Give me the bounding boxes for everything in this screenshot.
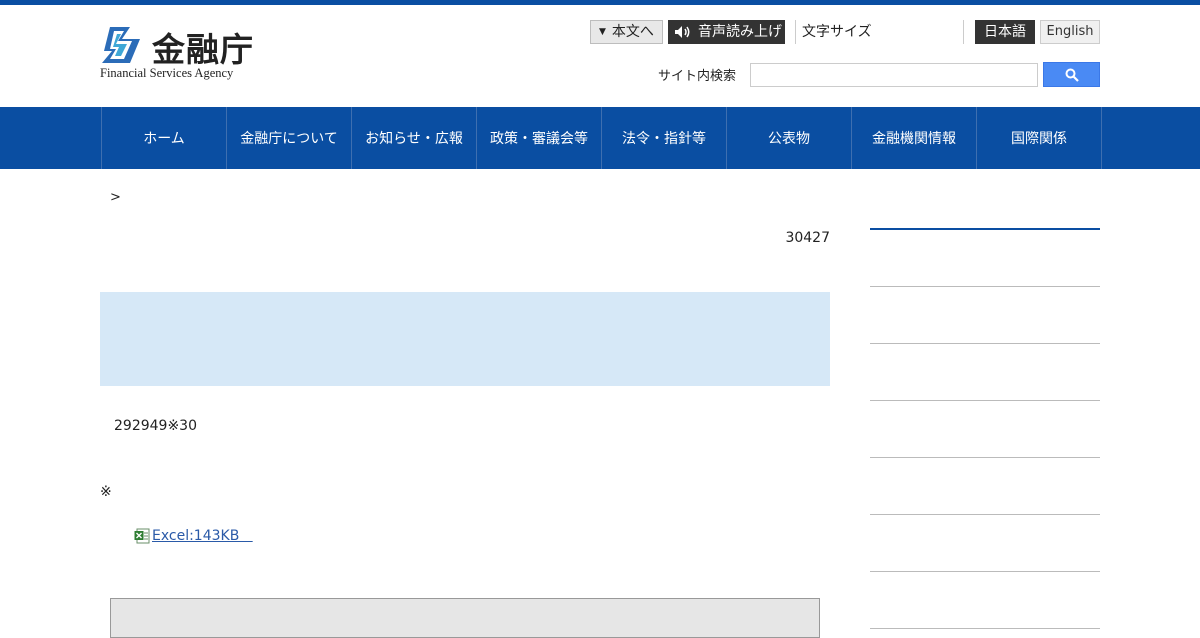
side-menu-divider <box>870 628 1100 629</box>
skip-to-main-button[interactable]: ▼ 本文へ <box>590 20 663 44</box>
side-menu-divider <box>870 343 1100 344</box>
top-accent-bar <box>0 0 1200 5</box>
logo-subtitle: Financial Services Agency <box>100 66 234 80</box>
side-menu-divider <box>870 571 1100 572</box>
info-box <box>110 598 820 638</box>
excel-download-link[interactable]: Excel:143KB <box>134 528 253 544</box>
nav-item-about[interactable]: 金融庁について <box>227 107 352 169</box>
side-menu-divider <box>870 514 1100 515</box>
body-paragraph: 292949※30 <box>114 418 197 434</box>
read-aloud-label: 音声読み上げ <box>698 24 782 40</box>
skip-to-main-label: 本文へ <box>611 24 654 40</box>
search-button[interactable] <box>1043 62 1100 87</box>
site-logo[interactable]: 金融庁 Financial Services Agency <box>100 22 270 84</box>
nav-item-institutions[interactable]: 金融機関情報 <box>852 107 977 169</box>
nav-item-laws[interactable]: 法令・指針等 <box>602 107 727 169</box>
triangle-down-icon: ▼ <box>599 27 606 37</box>
side-menu-divider <box>870 400 1100 401</box>
nav-item-news[interactable]: お知らせ・広報 <box>352 107 477 169</box>
read-aloud-button[interactable]: 音声読み上げ <box>668 20 785 44</box>
publish-date: 30427 <box>785 230 830 246</box>
breadcrumb: > <box>110 190 121 205</box>
global-navigation: ホーム 金融庁について お知らせ・広報 政策・審議会等 法令・指針等 公表物 金… <box>0 107 1200 169</box>
side-menu-divider <box>870 286 1100 287</box>
search-icon <box>1065 68 1079 82</box>
side-menu-top-border <box>870 228 1100 230</box>
title-panel <box>100 292 830 386</box>
excel-icon <box>134 528 150 544</box>
language-japanese-button[interactable]: 日本語 <box>975 20 1035 44</box>
fsa-logo-mark-icon <box>102 27 140 63</box>
text-size-control[interactable]: 文字サイズ <box>795 20 872 44</box>
logo-title: 金融庁 <box>152 30 254 69</box>
speaker-icon <box>675 26 690 38</box>
excel-download-label[interactable]: Excel:143KB <box>152 528 253 544</box>
nav-item-home[interactable]: ホーム <box>102 107 227 169</box>
note-mark: ※ <box>100 484 112 500</box>
nav-item-publications[interactable]: 公表物 <box>727 107 852 169</box>
nav-item-international[interactable]: 国際関係 <box>977 107 1102 169</box>
side-menu-divider <box>870 457 1100 458</box>
site-search-label: サイト内検索 <box>658 69 737 84</box>
site-search-input[interactable] <box>750 63 1038 87</box>
nav-item-policy[interactable]: 政策・審議会等 <box>477 107 602 169</box>
language-english-button[interactable]: English <box>1040 20 1100 44</box>
language-divider <box>963 20 964 44</box>
